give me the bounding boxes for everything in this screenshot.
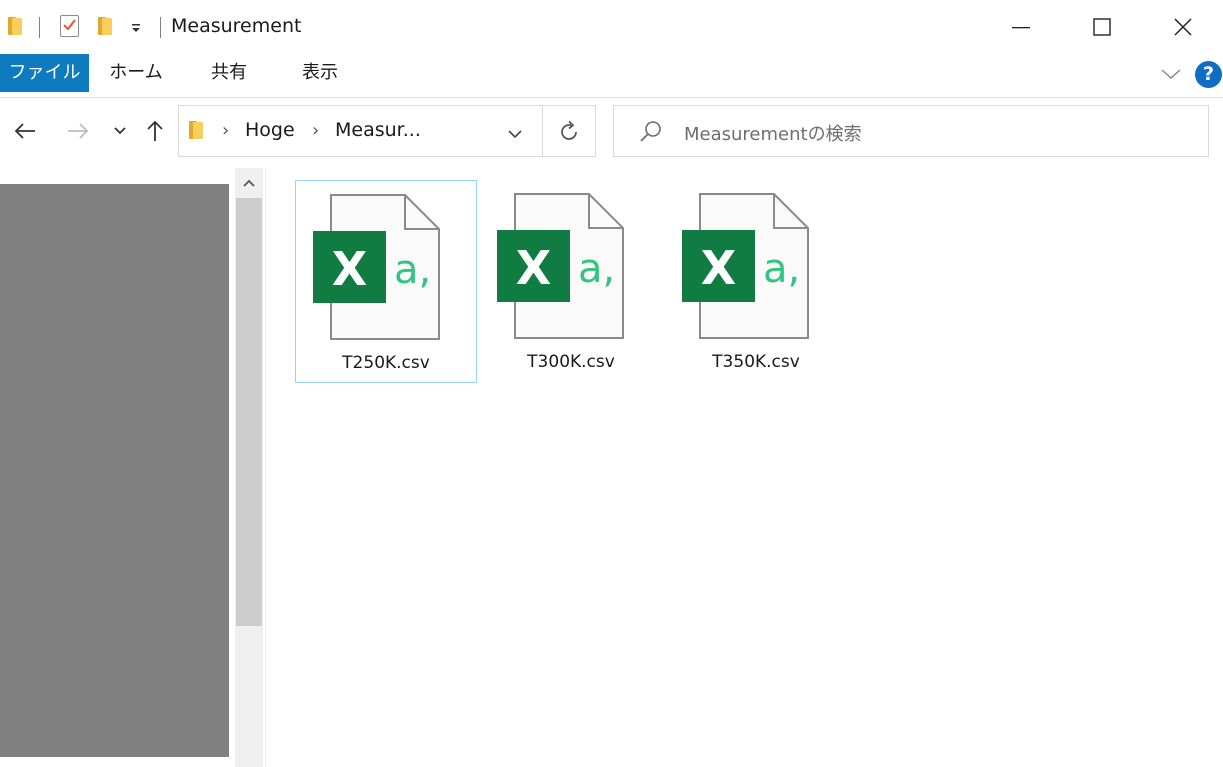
forward-button[interactable] (63, 115, 93, 147)
navigation-pane-scrollbar[interactable] (235, 168, 263, 767)
title-separator (160, 17, 161, 38)
window-title: Measurement (171, 15, 302, 37)
customize-quick-access-icon[interactable] (129, 20, 143, 34)
folder-icon (8, 17, 22, 35)
quick-access-separator (39, 17, 40, 38)
address-divider (542, 106, 543, 156)
file-list-area: X a, T250K.csv X a, T300K.csv X a, T350K… (266, 168, 1223, 767)
refresh-icon[interactable] (557, 120, 581, 148)
minimize-button[interactable] (998, 8, 1044, 46)
excel-csv-icon: X a, (313, 194, 440, 340)
new-folder-icon[interactable] (98, 17, 112, 35)
svg-text:X: X (701, 241, 736, 295)
close-button[interactable] (1160, 8, 1206, 46)
recent-locations-chevron-icon[interactable] (110, 115, 130, 147)
svg-text:X: X (332, 242, 367, 296)
file-item[interactable]: X a, T250K.csv (295, 180, 477, 383)
help-icon[interactable]: ? (1195, 61, 1222, 88)
file-name[interactable]: T300K.csv (480, 352, 662, 372)
scrollbar-thumb[interactable] (236, 198, 262, 626)
properties-icon[interactable] (60, 15, 79, 37)
address-bar[interactable]: › Hoge › Measur... (178, 105, 596, 157)
expand-ribbon-chevron-icon[interactable] (1160, 64, 1182, 84)
breadcrumb-item[interactable]: Measur... (335, 119, 421, 141)
svg-text:a,: a, (763, 246, 800, 292)
search-box[interactable]: Measurementの検索 (613, 105, 1209, 157)
ribbon: ファイル ホーム 共有 表示 ? (0, 54, 1223, 98)
file-name[interactable]: T250K.csv (296, 353, 476, 373)
svg-text:a,: a, (394, 247, 431, 293)
file-item[interactable]: X a, T350K.csv (665, 180, 847, 383)
file-name[interactable]: T350K.csv (665, 352, 847, 372)
svg-text:a,: a, (578, 246, 615, 292)
up-button[interactable] (142, 115, 168, 147)
folder-icon (189, 121, 203, 139)
tab-file[interactable]: ファイル (0, 54, 89, 92)
breadcrumb-item[interactable]: Hoge (245, 119, 295, 141)
file-item[interactable]: X a, T300K.csv (480, 180, 662, 383)
tab-view[interactable]: 表示 (287, 54, 353, 92)
tab-home[interactable]: ホーム (100, 54, 172, 92)
address-dropdown-chevron-icon[interactable] (507, 126, 523, 145)
search-icon (639, 120, 663, 148)
scroll-up-arrow-icon[interactable] (235, 168, 263, 198)
breadcrumb-chevron-icon[interactable]: › (222, 120, 229, 141)
excel-csv-icon: X a, (682, 193, 809, 339)
maximize-button[interactable] (1079, 8, 1125, 46)
navigation-pane[interactable] (0, 184, 229, 757)
excel-csv-icon: X a, (497, 193, 624, 339)
tab-share[interactable]: 共有 (195, 54, 263, 92)
search-input[interactable]: Measurementの検索 (684, 120, 862, 146)
back-button[interactable] (10, 115, 40, 147)
svg-text:X: X (516, 241, 551, 295)
breadcrumb-chevron-icon[interactable]: › (312, 120, 319, 141)
title-bar: Measurement (0, 0, 1223, 54)
